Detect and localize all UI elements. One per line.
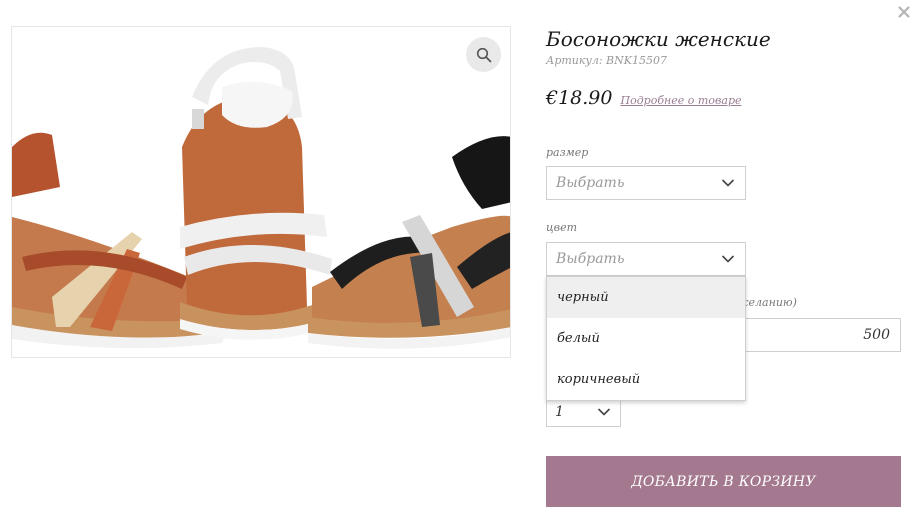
add-to-cart-button[interactable]: ДОБАВИТЬ В КОРЗИНУ — [546, 456, 901, 507]
search-icon — [476, 47, 491, 62]
color-select-value: Выбрать — [556, 251, 625, 267]
color-label: цвет — [546, 221, 578, 234]
zoom-button[interactable] — [466, 37, 501, 72]
close-icon — [898, 6, 910, 18]
chevron-down-icon — [721, 179, 735, 187]
product-details-link[interactable]: Подробнее о товаре — [620, 94, 741, 107]
close-button[interactable] — [898, 6, 914, 22]
color-option-brown[interactable]: коричневый — [547, 359, 745, 400]
color-select[interactable]: Выбрать — [546, 242, 746, 276]
sku-label: Артикул: — [546, 54, 603, 67]
chevron-down-icon — [721, 255, 735, 263]
size-select[interactable]: Выбрать — [546, 166, 746, 200]
product-title: Босоножки женские — [546, 27, 771, 51]
chevron-down-icon — [597, 408, 611, 416]
product-image[interactable] — [11, 26, 511, 358]
color-dropdown: черный белый коричневый — [546, 276, 746, 401]
product-info: Босоножки женские Артикул: BNK15507 €18.… — [546, 26, 902, 109]
sku-value: BNK15507 — [606, 54, 667, 67]
size-select-value: Выбрать — [556, 175, 625, 191]
quantity-select[interactable]: 1 — [546, 397, 621, 427]
product-sku: Артикул: BNK15507 — [546, 54, 902, 67]
quantity-value: 1 — [555, 404, 564, 420]
sandals-photo — [12, 47, 510, 349]
product-price: €18.90 — [546, 87, 613, 109]
size-label: размер — [546, 146, 589, 159]
price-row: €18.90 Подробнее о товаре — [546, 87, 902, 109]
color-option-black[interactable]: черный — [547, 277, 745, 318]
color-option-white[interactable]: белый — [547, 318, 745, 359]
